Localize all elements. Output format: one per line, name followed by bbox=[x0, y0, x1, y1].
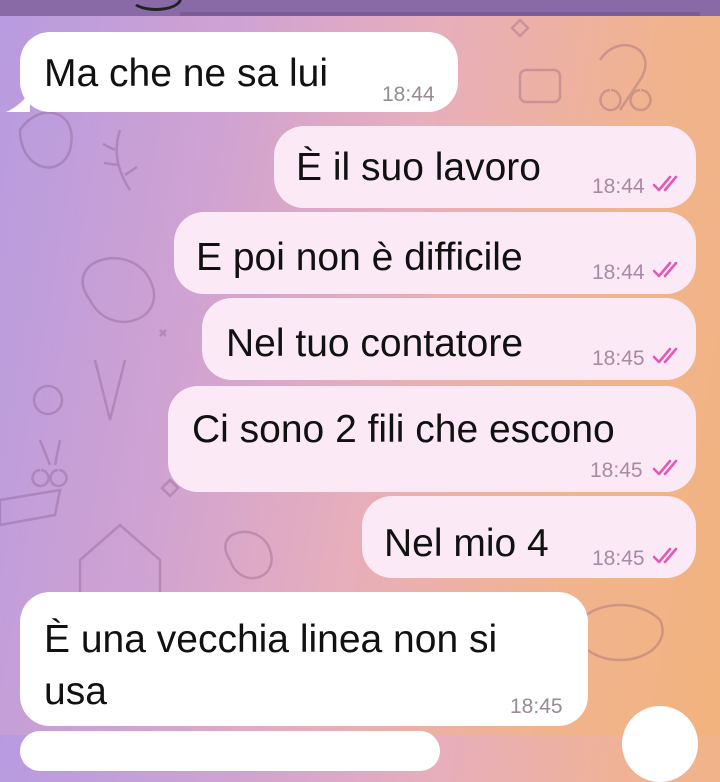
camera-doodle bbox=[518, 68, 562, 104]
message-bubble-incoming-partial[interactable] bbox=[20, 731, 440, 771]
message-bubble-incoming[interactable]: È una vecchia linea non si usa 18:45 bbox=[20, 592, 588, 726]
message-bubble-outgoing[interactable]: È il suo lavoro 18:44 bbox=[274, 126, 696, 208]
header-divider bbox=[180, 12, 700, 16]
message-time: 18:45 bbox=[510, 695, 563, 718]
message-text: È il suo lavoro bbox=[296, 146, 541, 189]
message-bubble-outgoing[interactable]: E poi non è difficile 18:44 bbox=[174, 212, 696, 294]
message-time: 18:45 bbox=[592, 347, 645, 370]
message-bubble-outgoing[interactable]: Ci sono 2 fili che escono 18:45 bbox=[168, 386, 696, 492]
ice-cream-doodle bbox=[81, 256, 156, 421]
sun-doodle bbox=[32, 384, 64, 416]
leaf-doodle bbox=[102, 129, 138, 191]
message-bubble-outgoing[interactable]: Nel tuo contatore 18:45 bbox=[202, 298, 696, 380]
message-text: Nel mio 4 bbox=[384, 522, 549, 565]
double-check-icon bbox=[652, 261, 678, 278]
message-text-line-2: usa bbox=[44, 670, 107, 713]
message-time: 18:44 bbox=[382, 83, 435, 106]
message-bubble-outgoing[interactable]: Nel mio 4 18:45 bbox=[362, 496, 696, 578]
double-check-icon bbox=[652, 547, 678, 564]
love-ribbon-doodle bbox=[0, 488, 62, 527]
message-time: 18:45 bbox=[590, 459, 643, 482]
cherries-doodle bbox=[31, 439, 68, 488]
message-text: Ci sono 2 fili che escono bbox=[192, 408, 615, 451]
bubble-tail bbox=[6, 92, 30, 112]
message-bubble-incoming[interactable]: Ma che ne sa lui 18:44 bbox=[20, 32, 458, 112]
nest-doodle bbox=[18, 111, 73, 169]
message-time: 18:44 bbox=[592, 261, 645, 284]
balloon-doodle bbox=[598, 43, 652, 112]
mask-doodle bbox=[576, 603, 664, 662]
double-check-icon bbox=[652, 175, 678, 192]
double-check-icon bbox=[652, 459, 678, 476]
double-check-icon bbox=[652, 347, 678, 364]
message-text-line-1: È una vecchia linea non si bbox=[44, 618, 498, 661]
message-text: E poi non è difficile bbox=[196, 236, 523, 279]
scroll-down-button[interactable] bbox=[622, 706, 698, 782]
message-text: Nel tuo contatore bbox=[226, 322, 524, 365]
message-time: 18:45 bbox=[592, 547, 645, 570]
message-time: 18:44 bbox=[592, 175, 645, 198]
avatar[interactable] bbox=[130, 0, 182, 11]
chat-header-edge bbox=[0, 0, 720, 16]
message-text: Ma che ne sa lui bbox=[44, 52, 328, 95]
